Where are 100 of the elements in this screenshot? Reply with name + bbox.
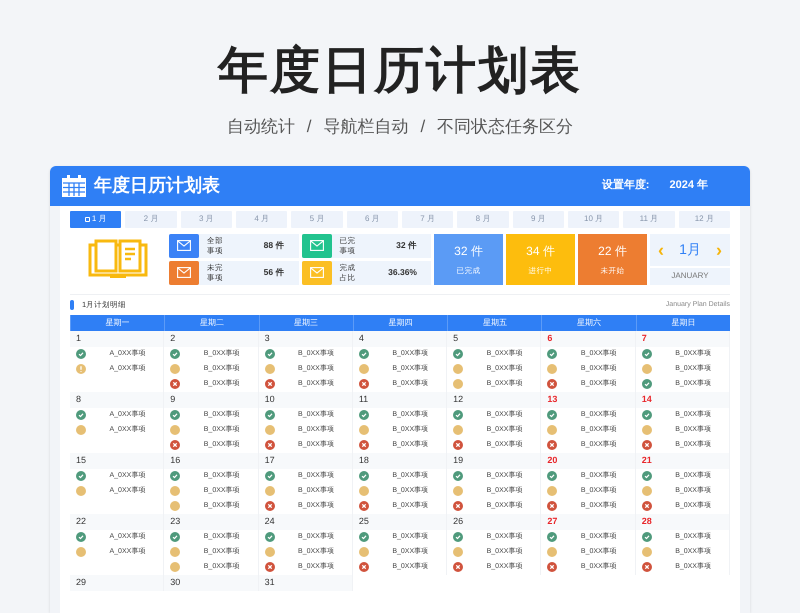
status-dot-icon (170, 562, 180, 572)
month-tab[interactable]: 9 月 (512, 210, 564, 228)
day-number: 5 (453, 332, 458, 345)
warning-icon (76, 364, 86, 374)
day-number: 31 (264, 576, 275, 589)
cross-icon (264, 440, 275, 450)
subtitle-text: 自动统计 (226, 116, 295, 138)
cross-icon (547, 501, 558, 511)
check-icon (170, 471, 180, 481)
check-icon (642, 349, 652, 359)
check-icon (358, 410, 369, 420)
month-tab[interactable]: 7 月 (402, 210, 454, 228)
day-number: 21 (642, 454, 652, 467)
status-dot-icon (453, 364, 464, 374)
month-tab[interactable]: 3 月 (180, 210, 232, 228)
status-dot-icon (358, 486, 369, 496)
month-english: JANUARY (671, 270, 709, 282)
check-icon (453, 349, 464, 359)
check-icon (264, 410, 275, 420)
status-dot-icon (76, 486, 86, 496)
status-dot-icon (76, 547, 86, 557)
status-dot-icon (547, 486, 558, 496)
status-dot-icon (453, 486, 464, 496)
day-number: 20 (547, 454, 558, 467)
next-month-button[interactable]: › (716, 240, 722, 258)
status-dot-icon (170, 425, 180, 435)
day-number: 4 (358, 332, 364, 345)
status-dot-icon (264, 486, 275, 496)
check-icon (264, 532, 275, 542)
check-icon (358, 532, 369, 542)
day-number: 29 (76, 576, 86, 589)
check-icon (642, 410, 652, 420)
cross-icon (453, 501, 464, 511)
day-number: 30 (170, 576, 180, 589)
month-tab[interactable]: 12 月 (678, 210, 730, 228)
summary-value: 34 件 (526, 242, 555, 260)
day-number: 6 (547, 332, 552, 345)
check-icon (642, 532, 652, 542)
day-number: 1 (76, 332, 82, 345)
status-dot-icon (642, 486, 652, 496)
month-tab[interactable]: 2 月 (125, 210, 177, 228)
check-icon (358, 471, 369, 481)
envelope-icon (177, 240, 191, 251)
day-number: 12 (453, 392, 464, 406)
year-value: 2024 年 (669, 178, 708, 194)
envelope-icon (310, 240, 324, 251)
header-title: 年度日历计划表 (94, 174, 220, 197)
cross-icon (453, 440, 464, 450)
status-dot-icon (547, 425, 558, 435)
month-tab[interactable]: 6 月 (346, 210, 398, 228)
cross-icon (264, 379, 275, 389)
check-icon (264, 471, 275, 481)
status-dot-icon (76, 425, 86, 435)
status-dot-icon (642, 364, 652, 374)
month-tab[interactable]: 4 月 (236, 210, 288, 228)
month-tab[interactable]: 8 月 (457, 210, 509, 228)
calendar-icon (62, 174, 86, 196)
cross-icon (642, 440, 652, 450)
envelope-icon (310, 267, 324, 278)
month-tab[interactable]: 11 月 (623, 210, 675, 228)
stat-value: 32 件 (396, 239, 417, 252)
day-number: 2 (170, 332, 176, 345)
subtitle-text: / (420, 116, 426, 138)
month-name: 1月 (679, 240, 701, 259)
summary-value: 32 件 (454, 242, 483, 260)
stat-value: 56 件 (264, 266, 284, 279)
status-dot-icon (547, 364, 558, 374)
day-number: 26 (453, 514, 464, 528)
previous-month-button[interactable]: ‹ (658, 240, 664, 258)
month-tab[interactable]: 1 月 (70, 210, 122, 228)
day-number: 19 (453, 454, 464, 467)
check-icon (358, 349, 369, 359)
check-icon (453, 532, 464, 542)
envelope-icon (177, 267, 191, 278)
check-icon (76, 471, 86, 481)
cross-icon (358, 501, 369, 511)
year-label: 设置年度: (602, 178, 650, 194)
check-icon (453, 471, 464, 481)
square-icon (84, 216, 90, 222)
cross-icon (358, 440, 369, 450)
day-number: 16 (170, 454, 180, 467)
check-icon (547, 471, 558, 481)
status-dot-icon (547, 547, 558, 557)
month-tab[interactable]: 10 月 (568, 210, 620, 228)
day-number: 15 (76, 454, 86, 467)
summary-value: 22 件 (598, 242, 627, 260)
month-tab[interactable]: 5 月 (291, 210, 343, 228)
status-dot-icon (358, 547, 369, 557)
cross-icon (170, 440, 180, 450)
check-icon (642, 379, 652, 389)
cross-icon (264, 562, 275, 572)
check-icon (264, 349, 275, 359)
cross-icon (358, 379, 369, 389)
day-number: 9 (170, 392, 176, 406)
day-number: 18 (358, 454, 369, 467)
status-dot-icon (170, 486, 180, 496)
day-number: 27 (547, 514, 558, 528)
cross-icon (358, 562, 369, 572)
status-dot-icon (453, 425, 464, 435)
status-dot-icon (642, 547, 652, 557)
